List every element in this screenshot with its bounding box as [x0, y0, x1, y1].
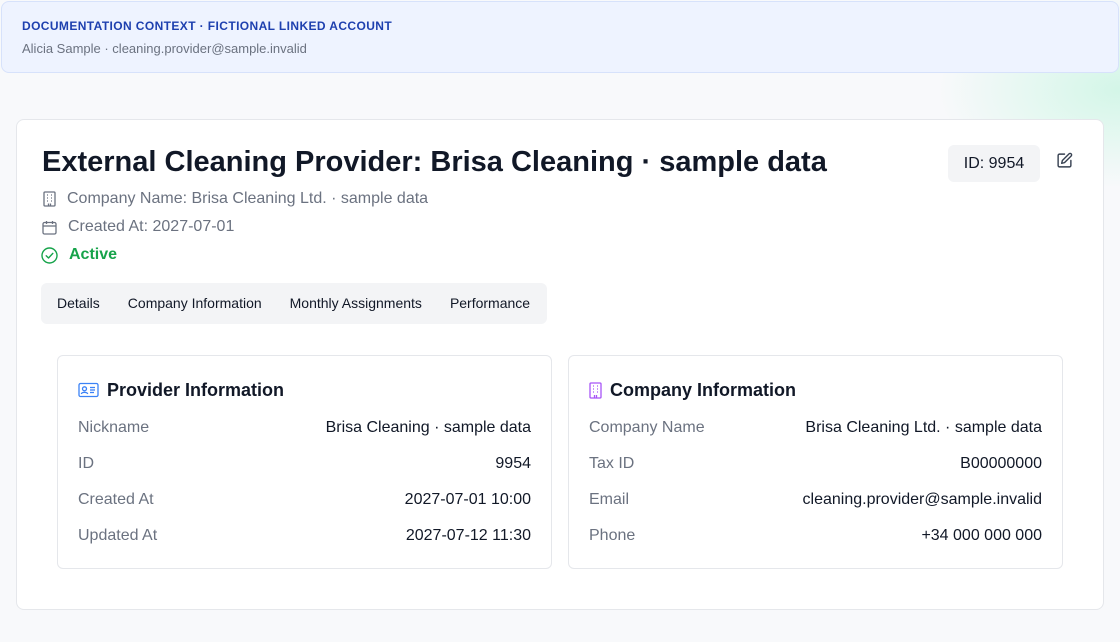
building-icon [41, 190, 57, 208]
banner-subtitle: Alicia Sample · cleaning.provider@sample… [22, 41, 307, 56]
banner-title: DOCUMENTATION CONTEXT · FICTIONAL LINKED… [22, 19, 393, 33]
info-label: Updated At [78, 527, 158, 544]
info-value: cleaning.provider@sample.invalid [802, 491, 1042, 508]
info-value: Brisa Cleaning · sample data [325, 419, 531, 436]
info-value: 2027-07-12 11:30 [405, 527, 531, 544]
calendar-icon [41, 218, 57, 236]
info-value: Brisa Cleaning Ltd. · sample data [805, 419, 1042, 436]
info-row-nickname: Nickname Brisa Cleaning · sample data [78, 418, 531, 438]
info-value: +34 000 000 000 [921, 527, 1042, 544]
info-value: 2027-07-01 10:00 [404, 491, 531, 508]
tab-details[interactable]: Details [41, 283, 114, 324]
company-information-panel: Company Information Company Name Brisa C… [568, 355, 1063, 569]
info-value: 9954 [495, 455, 531, 472]
created-at-line: Created At: 2027-07-01 [41, 217, 234, 237]
info-label: Phone [589, 527, 636, 544]
edit-button[interactable] [1052, 150, 1076, 176]
info-row-email: Email cleaning.provider@sample.invalid [589, 490, 1042, 510]
info-row-phone: Phone +34 000 000 000 [589, 526, 1042, 546]
company-information-header: Company Information [589, 379, 796, 401]
info-row-company-name: Company Name Brisa Cleaning Ltd. · sampl… [589, 418, 1042, 438]
status-line: Active [41, 245, 117, 265]
page-title: External Cleaning Provider: Brisa Cleani… [42, 146, 827, 178]
info-label: Company Name [589, 419, 705, 436]
id-card-icon [78, 382, 99, 398]
info-value: B00000000 [960, 455, 1042, 472]
info-label: Created At [78, 491, 154, 508]
tab-performance[interactable]: Performance [436, 283, 544, 324]
info-label: Email [589, 491, 630, 508]
info-row-id: ID 9954 [78, 454, 531, 474]
provider-information-title: Provider Information [107, 380, 285, 400]
info-label: Tax ID [589, 455, 635, 472]
info-row-created-at: Created At 2027-07-01 10:00 [78, 490, 531, 510]
company-name-text: Company Name: Brisa Cleaning Ltd. · samp… [67, 190, 429, 207]
documentation-banner: DOCUMENTATION CONTEXT · FICTIONAL LINKED… [1, 1, 1119, 73]
tab-company-information[interactable]: Company Information [114, 283, 276, 324]
tab-monthly-assignments[interactable]: Monthly Assignments [276, 283, 436, 324]
provider-card: External Cleaning Provider: Brisa Cleani… [16, 119, 1104, 610]
info-label: ID [78, 455, 94, 472]
tab-bar: Details Company Information Monthly Assi… [41, 283, 547, 324]
created-at-text: Created At: 2027-07-01 [68, 218, 235, 235]
edit-icon [1056, 152, 1073, 174]
info-row-tax-id: Tax ID B00000000 [589, 454, 1042, 474]
building-icon [589, 381, 602, 399]
id-badge: ID: 9954 [948, 145, 1040, 182]
status-badge: Active [69, 246, 118, 263]
info-label: Nickname [78, 419, 150, 436]
company-information-title: Company Information [610, 380, 797, 400]
company-name-line: Company Name: Brisa Cleaning Ltd. · samp… [41, 189, 428, 209]
provider-information-header: Provider Information [78, 379, 284, 401]
info-row-updated-at: Updated At 2027-07-12 11:30 [78, 526, 531, 546]
provider-information-panel: Provider Information Nickname Brisa Clea… [57, 355, 552, 569]
check-circle-icon [41, 246, 58, 264]
